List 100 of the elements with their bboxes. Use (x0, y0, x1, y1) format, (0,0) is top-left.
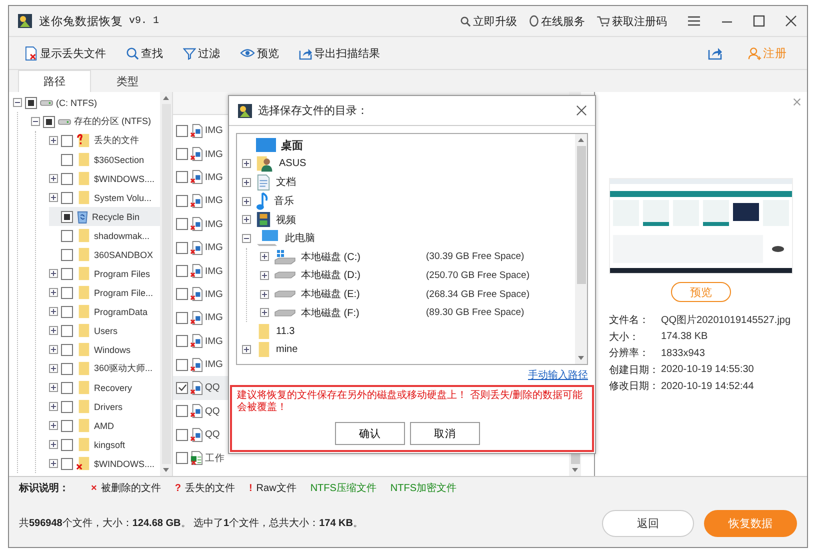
expand-icon[interactable] (49, 288, 58, 297)
tree-item[interactable]: $WINDOWS.... (94, 174, 154, 184)
scroll-up-icon[interactable] (578, 138, 584, 142)
scrollbar-thumb[interactable] (576, 146, 586, 284)
checkbox[interactable] (43, 116, 55, 128)
toolbar-button[interactable]: 预览 (240, 46, 279, 60)
tab[interactable]: 路径 (18, 70, 91, 92)
folder-item[interactable]: 本地磁盘 (C:) (301, 250, 421, 264)
scrollbar[interactable] (160, 92, 172, 476)
checkbox[interactable] (61, 382, 73, 394)
scroll-down-icon[interactable] (578, 356, 584, 360)
maximize-icon[interactable] (753, 15, 765, 27)
folder-item[interactable]: 11.3 (276, 326, 396, 337)
expand-icon[interactable] (260, 270, 269, 280)
back-button[interactable]: 返回 (602, 510, 694, 536)
collapse-icon[interactable] (242, 234, 251, 243)
checkbox[interactable] (25, 96, 37, 108)
checkbox[interactable] (61, 362, 73, 374)
dialog-button[interactable]: 取消 (410, 422, 480, 445)
checkbox[interactable] (61, 458, 73, 470)
tree-item[interactable]: 存在的分区 (NTFS) (74, 115, 151, 128)
folder-item[interactable]: 桌面 (281, 138, 401, 153)
expand-icon[interactable] (49, 345, 58, 354)
checkbox[interactable] (176, 148, 188, 160)
dialog-button[interactable]: 确认 (335, 422, 405, 445)
checkbox[interactable] (176, 124, 188, 137)
expand-icon[interactable] (49, 364, 58, 373)
checkbox[interactable] (61, 324, 73, 336)
folder-item[interactable]: 本地磁盘 (F:) (301, 306, 421, 320)
checkbox[interactable] (176, 242, 188, 254)
expand-icon[interactable] (49, 440, 58, 449)
expand-icon[interactable] (260, 252, 269, 262)
checkbox[interactable] (176, 171, 188, 184)
expand-icon[interactable] (49, 174, 58, 183)
tree-item[interactable]: shadowmak... (94, 230, 150, 240)
toolbar-button[interactable]: 过滤 (183, 46, 220, 60)
checkbox[interactable] (176, 335, 188, 348)
expand-icon[interactable] (242, 215, 251, 224)
toolbar-button[interactable]: 显示丢失文件 (25, 46, 106, 60)
expand-icon[interactable] (49, 383, 58, 392)
checkbox[interactable] (61, 400, 73, 412)
checkbox[interactable] (61, 154, 73, 166)
expand-icon[interactable] (49, 421, 58, 430)
expand-icon[interactable] (49, 136, 58, 145)
checkbox[interactable] (176, 405, 188, 418)
manual-path-link[interactable]: 手动输入路径 (528, 368, 588, 382)
folder-item[interactable]: 本地磁盘 (D:) (301, 268, 421, 282)
tree-item[interactable]: AMD (94, 420, 114, 430)
title-link[interactable]: 在线服务 (529, 14, 585, 28)
expand-icon[interactable] (242, 196, 251, 206)
folder-item[interactable]: 视频 (276, 212, 396, 227)
tree-item[interactable]: Program File... (94, 288, 154, 298)
toolbar-button[interactable]: 导出扫描结果 (299, 46, 380, 60)
menu-icon[interactable] (687, 15, 701, 27)
checkbox[interactable] (61, 268, 73, 280)
folder-item[interactable]: 此电脑 (285, 231, 405, 246)
checkbox[interactable] (61, 210, 73, 222)
expand-icon[interactable] (49, 307, 58, 316)
tree-item[interactable]: Program Files (94, 268, 150, 278)
title-link[interactable]: 立即升级 (460, 14, 517, 28)
tree-item[interactable]: Recovery (94, 382, 132, 392)
tree-item[interactable]: $360Section (94, 154, 144, 164)
tree-item[interactable]: 360驱动大师... (94, 362, 153, 375)
checkbox[interactable] (176, 382, 188, 394)
checkbox[interactable] (61, 438, 73, 450)
checkbox[interactable] (176, 288, 188, 300)
scroll-down-icon[interactable] (163, 468, 169, 472)
checkbox[interactable] (176, 428, 188, 441)
checkbox[interactable] (176, 358, 188, 371)
checkbox[interactable] (61, 230, 73, 242)
tree-item[interactable]: Drivers (94, 402, 122, 412)
tree-item[interactable]: Users (94, 326, 118, 336)
checkbox[interactable] (61, 306, 73, 318)
close-icon[interactable] (785, 15, 797, 27)
checkbox[interactable] (61, 344, 73, 356)
collapse-icon[interactable] (13, 98, 22, 107)
tree-item[interactable]: 360SANDBOX (94, 250, 154, 260)
expand-icon[interactable] (242, 178, 251, 187)
scroll-up-icon[interactable] (163, 96, 169, 100)
checkbox[interactable] (176, 265, 188, 278)
scrollbar[interactable] (575, 134, 587, 364)
checkbox[interactable] (61, 134, 73, 146)
tree-item[interactable]: System Volu... (94, 192, 152, 202)
folder-item[interactable]: ASUS (279, 158, 399, 170)
checkbox[interactable] (61, 420, 73, 432)
scroll-down-icon[interactable] (572, 468, 578, 472)
tree-item[interactable]: kingsoft (94, 440, 126, 450)
expand-icon[interactable] (260, 290, 269, 299)
checkbox[interactable] (61, 172, 73, 184)
folder-item[interactable]: 音乐 (274, 194, 394, 208)
tree-item[interactable]: $WINDOWS.... (94, 458, 154, 468)
tab[interactable]: 类型 (91, 70, 164, 92)
expand-icon[interactable] (260, 308, 269, 318)
expand-icon[interactable] (242, 345, 251, 354)
expand-icon[interactable] (49, 402, 58, 411)
folder-item[interactable]: 文档 (276, 175, 396, 190)
collapse-icon[interactable] (31, 117, 40, 126)
tree-item[interactable]: ProgramData (94, 306, 148, 316)
checkbox[interactable] (176, 312, 188, 324)
checkbox[interactable] (176, 218, 188, 230)
